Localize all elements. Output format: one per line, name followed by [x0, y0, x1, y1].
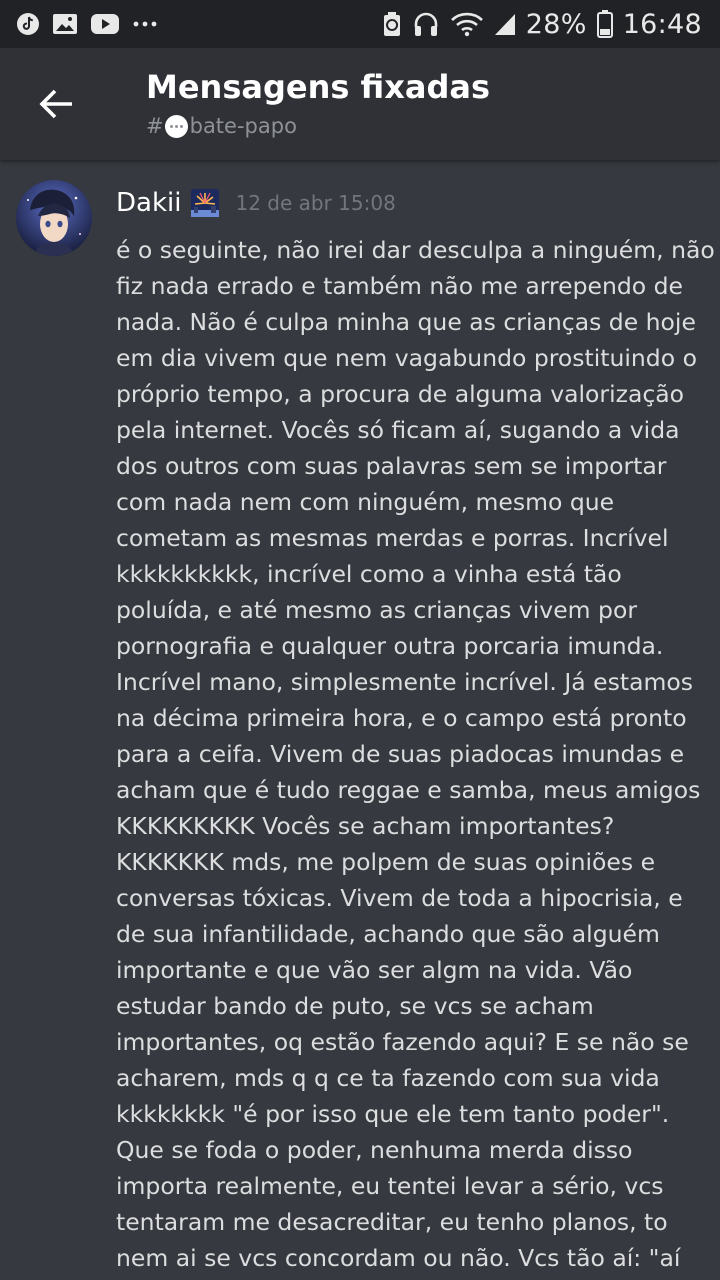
- pinned-message[interactable]: Dakii 12 de abr 15:08 é o seguinte, não …: [0, 160, 720, 1280]
- message-line: com nada nem com ninguém, mesmo que: [116, 488, 615, 516]
- author-name[interactable]: Dakii: [116, 188, 181, 218]
- battery-percent: 28%: [525, 8, 587, 40]
- message-line: cometam as mesmas merdas e porras. Incrí…: [116, 524, 669, 552]
- page-title: Mensagens fixadas: [146, 68, 491, 106]
- channel-hash: #: [146, 114, 164, 138]
- message-line: Que se foda o poder, nenhuma merda disso: [116, 1136, 633, 1164]
- battery-icon: [596, 10, 613, 38]
- message-line: Incrível mano, simplesmente incrível. Já…: [116, 668, 694, 696]
- gallery-icon: [52, 13, 78, 35]
- message-line: fiz nada errado e também não me arrepend…: [116, 272, 684, 300]
- message-line: importante e que vão ser algm na vida. V…: [116, 956, 633, 984]
- message-line: importantes, oq estão fazendo aqui? E se…: [116, 1028, 689, 1056]
- avatar[interactable]: [16, 180, 92, 256]
- message-timestamp: 12 de abr 15:08: [235, 191, 396, 215]
- message-line: tentaram me desacreditar, eu tenho plano…: [116, 1208, 668, 1236]
- status-right-icons: 28% 16:48: [382, 9, 702, 40]
- message-content: é o seguinte, não irei dar desculpa a ni…: [116, 232, 715, 1276]
- message-line: kkkkkkkkkk, incrível como a vinha está t…: [116, 560, 622, 588]
- clock: 16:48: [622, 8, 702, 40]
- more-dots-icon: [132, 20, 158, 28]
- message-line: nem ai se vcs concordam ou não. Vcs tão …: [116, 1244, 681, 1272]
- signal-icon: [494, 12, 516, 36]
- message-line: pela internet. Vocês só ficam aí, sugand…: [116, 416, 680, 444]
- message-line: acharem, mds q q ce ta fazendo com sua v…: [116, 1064, 660, 1092]
- status-bar: 28% 16:48: [0, 0, 720, 48]
- message-line: KKKKKKK mds, me polpem de suas opiniões …: [116, 848, 656, 876]
- channel-subtitle: # bate-papo: [146, 114, 297, 138]
- message-header: Dakii 12 de abr 15:08: [116, 188, 396, 218]
- fireworks-emoji-icon: [191, 189, 220, 217]
- message-line: KKKKKKKKK Vocês se acham importantes?: [116, 812, 615, 840]
- youtube-icon: [90, 13, 120, 35]
- arrow-left-icon: [39, 89, 72, 119]
- headphones-icon: [412, 10, 440, 38]
- tiktok-icon: [16, 12, 40, 36]
- save-mode-icon: [382, 11, 402, 37]
- message-line: kkkkkkkk "é por isso que ele tem tanto p…: [116, 1100, 670, 1128]
- message-line: acham que é tudo reggae e samba, meus am…: [116, 776, 701, 804]
- speech-bubble-icon: [164, 114, 188, 138]
- channel-name: bate-papo: [189, 114, 297, 138]
- message-line: pornografia e qualquer outra porcaria im…: [116, 632, 664, 660]
- message-line: estudar bando de puto, se vcs se acham: [116, 992, 594, 1020]
- message-line: na décima primeira hora, e o campo está …: [116, 704, 687, 732]
- status-left-icons: [16, 12, 158, 36]
- message-line: conversas tóxicas. Vivem de toda a hipoc…: [116, 884, 683, 912]
- message-line: é o seguinte, não irei dar desculpa a ni…: [116, 236, 715, 264]
- message-line: para a ceifa. Vivem de suas piadocas imu…: [116, 740, 685, 768]
- message-line: nada. Não é culpa minha que as crianças …: [116, 308, 696, 336]
- message-line: importa realmente, eu tentei levar a sér…: [116, 1172, 664, 1200]
- back-button[interactable]: [26, 78, 86, 130]
- message-line: em dia vivem que nem vagabundo prostitui…: [116, 344, 697, 372]
- message-line: dos outros com suas palavras sem se impo…: [116, 452, 667, 480]
- app-bar: Mensagens fixadas # bate-papo: [0, 48, 720, 160]
- message-line: de sua infantilidade, achando que são al…: [116, 920, 660, 948]
- wifi-icon: [450, 11, 484, 37]
- message-line: próprio tempo, a procura de alguma valor…: [116, 380, 685, 408]
- message-line: poluída, e até mesmo as crianças vivem p…: [116, 596, 637, 624]
